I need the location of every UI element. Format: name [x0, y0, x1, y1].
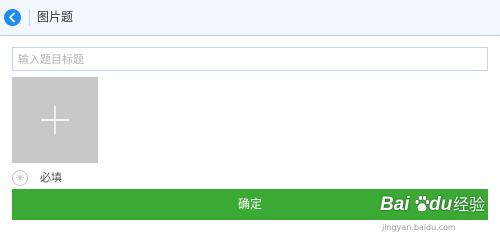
baidu-jingyan-watermark: Bai du 经验 jingyan.baidu.com — [380, 190, 496, 242]
watermark-url: jingyan.baidu.com — [382, 223, 456, 232]
required-toggle[interactable]: ✳ — [12, 170, 28, 186]
image-question-editor: 图片题 ✳ 必填 确定 Bai du 经验 jingyan.baidu.com — [0, 0, 500, 247]
watermark-brand-right: du — [429, 194, 453, 215]
watermark-brand-suffix: 经验 — [453, 195, 486, 214]
header-bar: 图片题 — [0, 0, 500, 36]
chevron-left-icon — [9, 12, 15, 23]
paw-icon — [414, 195, 430, 212]
page-title: 图片题 — [37, 10, 74, 24]
plus-icon — [41, 106, 69, 134]
asterisk-icon: ✳ — [14, 171, 26, 185]
watermark-brand-left: Bai — [380, 194, 410, 215]
required-label: 必填 — [40, 171, 62, 184]
back-button[interactable] — [4, 9, 21, 26]
question-title-input[interactable] — [12, 47, 488, 71]
header-divider — [29, 9, 30, 26]
image-upload-button[interactable] — [12, 77, 98, 163]
